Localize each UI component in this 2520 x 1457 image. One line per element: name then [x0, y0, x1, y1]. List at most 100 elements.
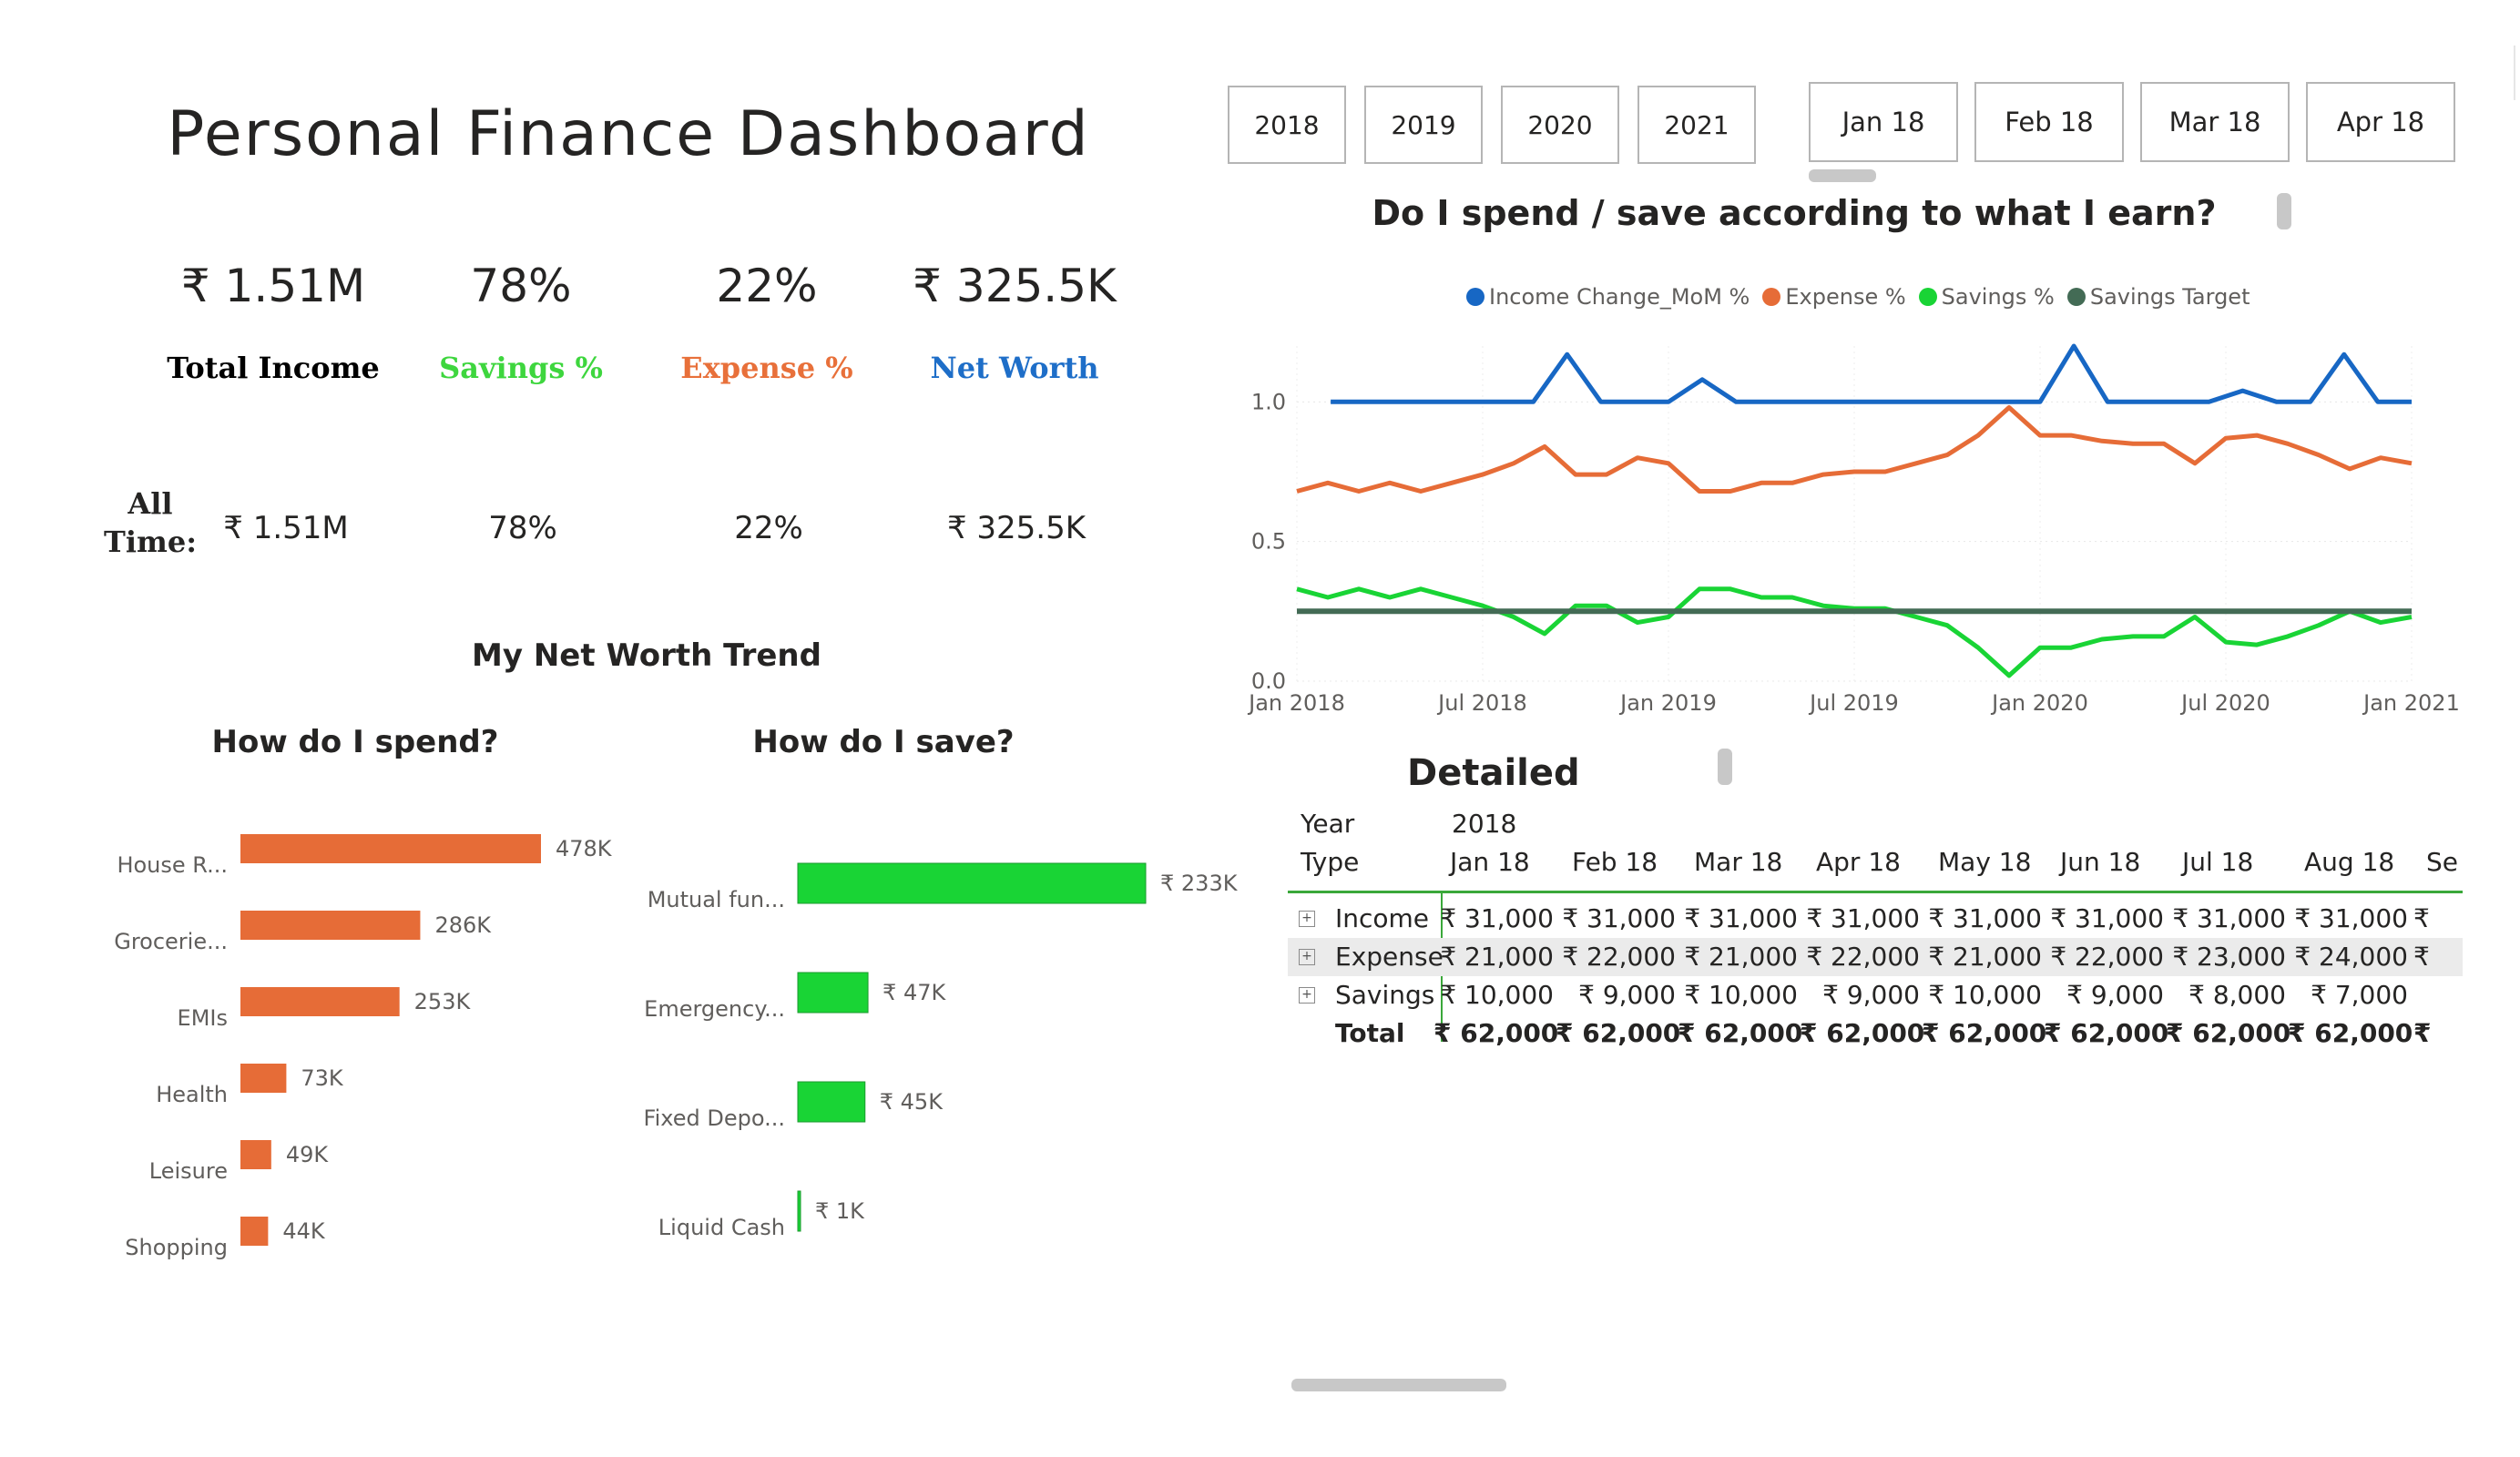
matrix-cell: ₹: [2413, 903, 2430, 933]
spend-bars-bar[interactable]: [240, 1217, 269, 1246]
spend-save-bar-charts: House R... 478K Grocerie... 286K EMIs 253K Hea…: [114, 834, 1239, 1260]
legend-savings-target[interactable]: Savings Target: [2066, 284, 2250, 310]
matrix-cell: ₹ 7,000: [2311, 980, 2408, 1010]
month-slicer-scrollbar[interactable]: [1809, 169, 1876, 182]
matrix-cell: ₹ 31,000: [2294, 903, 2408, 933]
expand-row-icon[interactable]: +: [1299, 949, 1315, 965]
page-edge-divider: [2514, 46, 2515, 100]
net-worth-trend-title: My Net Worth Trend: [472, 637, 821, 674]
matrix-total-cell: ₹ 62,000: [1556, 1018, 1681, 1048]
all-time-expense-pct: 22%: [734, 510, 803, 546]
matrix-title: Detailed: [1407, 752, 1580, 794]
legend-income-label: Income Change_MoM %: [1489, 284, 1750, 310]
matrix-month-header[interactable]: Jun 18: [2060, 847, 2140, 877]
matrix-horizontal-scrollbar[interactable]: [1291, 1379, 1506, 1391]
income-line[interactable]: [1331, 343, 2412, 404]
y-tick-label: 0.5: [1251, 529, 1286, 555]
matrix-cell: ₹ 31,000: [2172, 903, 2286, 933]
month-slicer-feb18[interactable]: Feb 18: [1974, 82, 2124, 162]
save-bars-bar[interactable]: [797, 1081, 866, 1123]
save-bars-bar[interactable]: [797, 862, 1147, 904]
matrix-cell: ₹ 31,000: [1562, 903, 1676, 933]
matrix-month-header[interactable]: Jan 18: [1450, 847, 1530, 877]
matrix-row-label[interactable]: Expense: [1335, 942, 1444, 972]
matrix-total-cell: ₹ 62,000: [1922, 1018, 2047, 1048]
legend-income[interactable]: Income Change_MoM %: [1466, 284, 1750, 310]
matrix-cell: ₹ 23,000: [2172, 942, 2286, 972]
detailed-matrix: Year 2018 Type Jan 18 Feb 18 Mar 18 Apr 18 M…: [1288, 801, 2463, 1075]
year-slicer-2020[interactable]: 2020: [1501, 86, 1619, 164]
matrix-month-header[interactable]: May 18: [1938, 847, 2031, 877]
matrix-month-header[interactable]: Aug 18: [2304, 847, 2394, 877]
spend-bars-bar[interactable]: [240, 911, 421, 940]
matrix-month-header[interactable]: Se: [2426, 847, 2458, 877]
legend-expense[interactable]: Expense %: [1762, 284, 1906, 310]
matrix-cell: ₹ 31,000: [1928, 903, 2042, 933]
matrix-type-header: Type: [1301, 847, 1360, 877]
save-bars-category-label: Mutual fun...: [648, 887, 785, 912]
savings-line[interactable]: [1296, 586, 2413, 678]
matrix-total-cell: ₹ 62,000: [1678, 1018, 1803, 1048]
spend-bars-category-label: Shopping: [125, 1235, 228, 1260]
matrix-year-value[interactable]: 2018: [1452, 809, 1516, 839]
matrix-cell: ₹ 31,000: [2050, 903, 2164, 933]
matrix-header-rule: [1288, 891, 2463, 893]
save-bars-category-label: Emergency...: [644, 996, 785, 1022]
spend-bars-bar[interactable]: [240, 1064, 287, 1093]
x-tick-label: Jan 2021: [2362, 690, 2460, 716]
matrix-month-header[interactable]: Mar 18: [1694, 847, 1782, 877]
legend-target-dot: [2066, 288, 2086, 306]
y-tick-label: 1.0: [1251, 389, 1286, 414]
matrix-total-cell: ₹ 62,000: [2288, 1018, 2413, 1048]
year-slicer-2018[interactable]: 2018: [1228, 86, 1346, 164]
legend-savings-dot: [1918, 288, 1937, 306]
x-tick-label: Jan 2018: [1247, 690, 1345, 716]
expand-row-icon[interactable]: +: [1299, 911, 1315, 927]
month-slicer-apr18[interactable]: Apr 18: [2306, 82, 2455, 162]
matrix-cell: ₹ 22,000: [1562, 942, 1676, 972]
save-bar-chart: Mutual fun... ₹ 233K Emergency... ₹ 47K Fixe…: [644, 862, 1239, 1240]
all-time-savings-pct: 78%: [488, 510, 557, 546]
earn-spend-line-chart: 1.00.50.0Jan 2018 Jul 2018 Jan 2019 Jul 201…: [1247, 343, 2460, 716]
spend-bars-bar[interactable]: [240, 987, 400, 1016]
x-tick-label: Jul 2018: [1436, 690, 1527, 716]
matrix-cell: ₹ 9,000: [1822, 980, 1920, 1010]
legend-savings-label: Savings %: [1941, 284, 2055, 310]
year-slicer-2019[interactable]: 2019: [1364, 86, 1483, 164]
matrix-month-header[interactable]: Feb 18: [1572, 847, 1658, 877]
matrix-cell: ₹ 22,000: [1806, 942, 1920, 972]
legend-savings[interactable]: Savings %: [1918, 284, 2055, 310]
matrix-cell: ₹ 31,000: [1440, 903, 1554, 933]
matrix-month-header[interactable]: Apr 18: [1816, 847, 1901, 877]
matrix-total-cell: ₹ 62,000: [1433, 1018, 1559, 1048]
month-slicer-jan18[interactable]: Jan 18: [1809, 82, 1958, 162]
legend-target-label: Savings Target: [2089, 284, 2250, 310]
line-chart-legend: Income Change_MoM % Expense % Savings % …: [1466, 284, 2250, 310]
save-bars-bar[interactable]: [797, 1190, 801, 1232]
matrix-cell: ₹ 9,000: [1578, 980, 1676, 1010]
matrix-year-header: Year: [1301, 809, 1355, 839]
spend-bars-category-label: Leisure: [149, 1158, 228, 1184]
matrix-month-header[interactable]: Jul 18: [2182, 847, 2253, 877]
matrix-cell: ₹ 9,000: [2066, 980, 2164, 1010]
month-slicer-mar18[interactable]: Mar 18: [2140, 82, 2290, 162]
matrix-total-cell: ₹ 62,000: [2166, 1018, 2291, 1048]
matrix-resize-handle[interactable]: [1718, 749, 1732, 785]
spend-bars-value-label: 478K: [556, 836, 613, 861]
spend-bars-bar[interactable]: [240, 834, 541, 863]
matrix-cell: ₹ 10,000: [1684, 980, 1798, 1010]
matrix-row-label[interactable]: Savings: [1335, 980, 1434, 1010]
spend-bars-category-label: EMIs: [178, 1005, 228, 1031]
spend-bars-bar[interactable]: [240, 1140, 271, 1169]
matrix-row-label[interactable]: Income: [1335, 903, 1429, 933]
kpi-net-worth-value: ₹ 325.5K: [913, 260, 1117, 312]
expand-row-icon[interactable]: +: [1299, 987, 1315, 1004]
spend-bars-category-label: Health: [156, 1082, 228, 1107]
save-bars-bar[interactable]: [797, 972, 869, 1014]
year-slicer-2021[interactable]: 2021: [1637, 86, 1756, 164]
x-tick-label: Jul 2019: [1808, 690, 1899, 716]
x-tick-label: Jul 2020: [2179, 690, 2270, 716]
save-bars-value-label: ₹ 1K: [815, 1198, 865, 1224]
matrix-total-label: Total: [1335, 1018, 1405, 1048]
matrix-cell: ₹ 21,000: [1684, 942, 1798, 972]
